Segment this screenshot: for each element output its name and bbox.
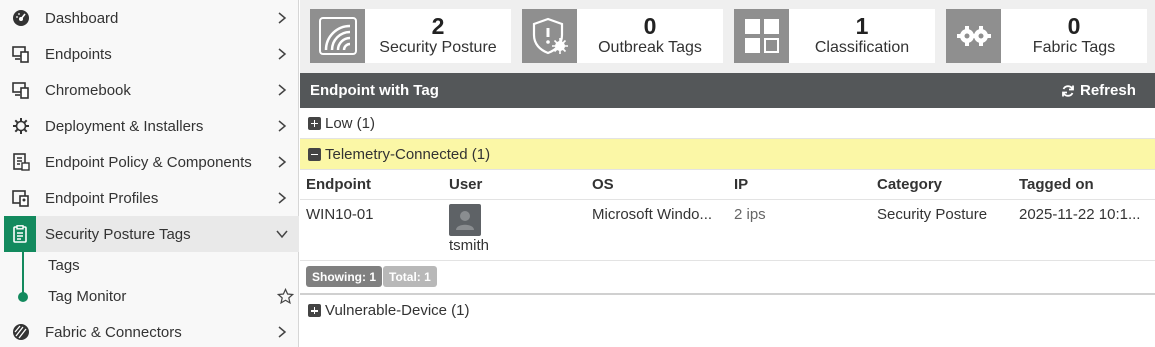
gear-icon — [12, 117, 30, 135]
classification-card[interactable]: 1 Classification — [734, 9, 935, 63]
endpoint-with-tag-panel: Endpoint with Tag Refresh Low (1) Teleme… — [300, 73, 1155, 347]
total-badge: Total: 1 — [383, 266, 437, 287]
card-label: Classification — [814, 39, 910, 56]
cell-user: tsmith — [449, 237, 490, 254]
star-icon[interactable] — [277, 288, 294, 305]
sidebar-item-endpoints[interactable]: Endpoints — [0, 36, 299, 72]
main-content: 2 Security Posture 0 Outbreak Tags 1 Cla… — [300, 0, 1155, 347]
submenu-line — [22, 252, 24, 297]
chevron-right-icon — [278, 326, 287, 338]
fabric-icon — [12, 323, 30, 341]
column-header-os[interactable]: OS — [592, 176, 614, 193]
group-label: Low (1) — [325, 114, 376, 132]
card-label: Security Posture — [379, 39, 497, 56]
expand-icon[interactable] — [308, 116, 321, 130]
chevron-right-icon — [278, 48, 287, 60]
cell-endpoint[interactable]: WIN10-01 — [306, 206, 441, 223]
policy-icon — [12, 153, 30, 171]
sidebar-item-deployment[interactable]: Deployment & Installers — [0, 108, 299, 144]
cell-ip[interactable]: 2 ips — [734, 206, 766, 223]
sidebar-subitem-tag-monitor[interactable]: Tag Monitor — [48, 288, 126, 305]
refresh-icon — [1062, 84, 1074, 97]
sidebar-subitem-tags[interactable]: Tags — [48, 257, 80, 274]
sidebar-item-chromebook[interactable]: Chromebook — [0, 72, 299, 108]
group-row-telemetry-connected[interactable]: Telemetry-Connected (1) — [300, 139, 1155, 170]
signal-icon — [310, 9, 365, 63]
card-count: 0 — [643, 13, 657, 39]
group-label: Vulnerable-Device (1) — [325, 302, 470, 319]
security-posture-card[interactable]: 2 Security Posture — [310, 9, 511, 63]
group-row-vulnerable-device[interactable]: Vulnerable-Device (1) — [300, 295, 1155, 326]
tag-clipboard-icon — [4, 216, 36, 252]
chevron-right-icon — [278, 84, 287, 96]
cell-category: Security Posture — [877, 206, 988, 223]
sidebar-item-label: Fabric & Connectors — [45, 323, 182, 341]
sidebar-item-fabric-connectors[interactable]: Fabric & Connectors — [0, 314, 299, 347]
sidebar-item-label: Endpoint Policy & Components — [45, 153, 252, 171]
user-avatar-icon — [449, 204, 481, 236]
collapse-icon[interactable] — [308, 147, 321, 161]
sidebar-item-label: Dashboard — [45, 9, 119, 27]
card-count: 1 — [855, 13, 869, 39]
header-divider — [300, 199, 1155, 200]
sidebar-item-security-posture-tags[interactable]: Security Posture Tags — [4, 216, 299, 252]
panel-title: Endpoint with Tag — [310, 82, 439, 99]
card-count: 0 — [1067, 13, 1081, 39]
shield-virus-icon — [522, 9, 577, 63]
sidebar-item-dashboard[interactable]: Dashboard — [0, 0, 299, 36]
group-row-low[interactable]: Low (1) — [300, 108, 1155, 139]
chevron-right-icon — [278, 12, 287, 24]
card-count: 2 — [431, 13, 445, 39]
card-label: Outbreak Tags — [598, 39, 702, 56]
sidebar-item-label: Endpoint Profiles — [45, 189, 159, 207]
outbreak-tags-card[interactable]: 0 Outbreak Tags — [522, 9, 723, 63]
fabric-tags-card[interactable]: 0 Fabric Tags — [946, 9, 1147, 63]
column-header-tagged-on[interactable]: Tagged on — [1019, 176, 1094, 193]
active-dot — [18, 292, 28, 302]
panel-header: Endpoint with Tag Refresh — [300, 73, 1155, 108]
column-header-user[interactable]: User — [449, 176, 482, 193]
endpoints-icon — [12, 45, 30, 63]
sidebar: Dashboard Endpoints Chromebook Deploymen… — [0, 0, 299, 347]
chevron-down-icon — [276, 230, 288, 239]
showing-badge: Showing: 1 — [306, 266, 382, 287]
profiles-icon — [12, 189, 30, 207]
row-divider — [300, 260, 1155, 261]
card-label: Fabric Tags — [1032, 39, 1116, 56]
sidebar-item-label: Endpoints — [45, 45, 112, 63]
expand-icon[interactable] — [308, 304, 321, 317]
chevron-right-icon — [278, 192, 287, 204]
chevron-right-icon — [278, 120, 287, 132]
chromebook-icon — [12, 81, 30, 99]
sidebar-item-label: Chromebook — [45, 81, 131, 99]
refresh-button[interactable]: Refresh — [1061, 82, 1136, 99]
column-header-category[interactable]: Category — [877, 176, 942, 193]
sidebar-item-endpoint-profiles[interactable]: Endpoint Profiles — [0, 180, 299, 216]
sidebar-item-label: Deployment & Installers — [45, 117, 204, 135]
chevron-right-icon — [278, 156, 287, 168]
cell-tagged-on: 2025-11-22 10:1... — [1019, 206, 1141, 223]
group-label: Telemetry-Connected (1) — [325, 145, 491, 163]
cell-os: Microsoft Windo... — [592, 206, 713, 223]
dashboard-icon — [12, 9, 30, 27]
sidebar-item-label: Security Posture Tags — [45, 225, 191, 243]
grid-icon — [734, 9, 789, 63]
gears-icon — [946, 9, 1001, 63]
refresh-label: Refresh — [1080, 82, 1136, 99]
column-header-ip[interactable]: IP — [734, 176, 748, 193]
column-header-endpoint[interactable]: Endpoint — [306, 176, 371, 193]
sidebar-item-endpoint-policy[interactable]: Endpoint Policy & Components — [0, 144, 299, 180]
